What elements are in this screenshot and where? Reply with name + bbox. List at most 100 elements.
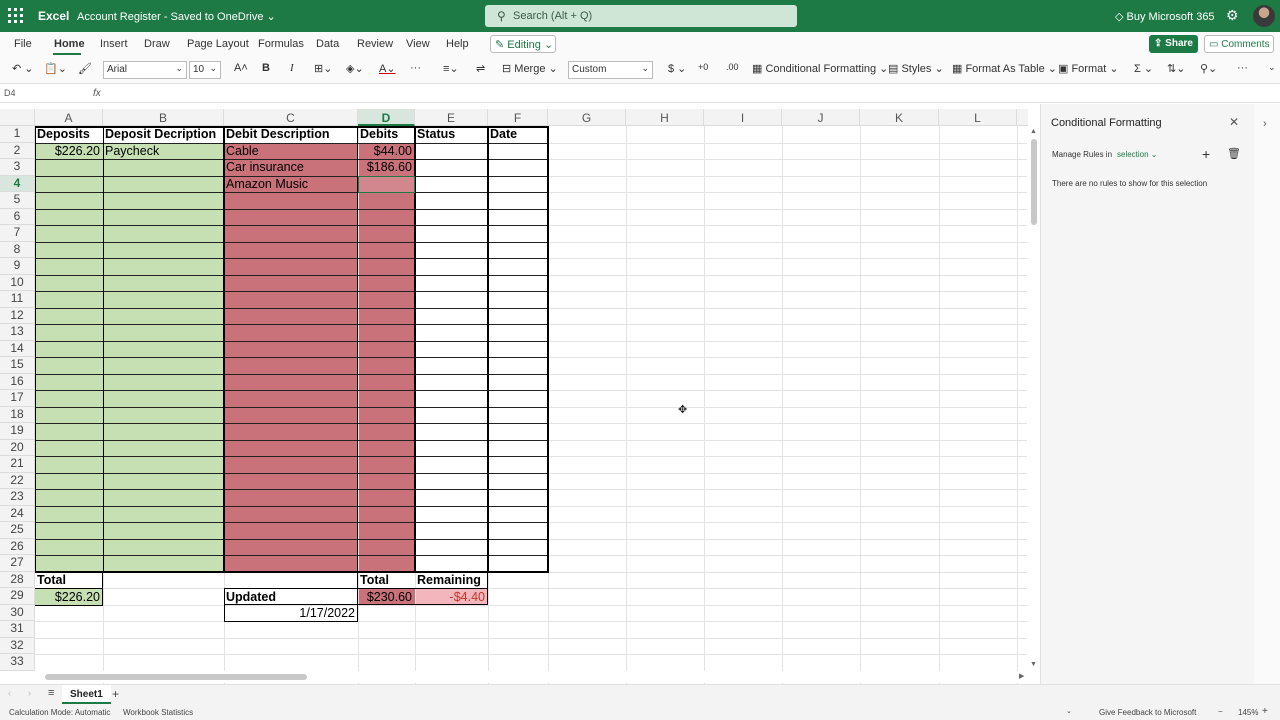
row-header[interactable]: 16 [0,373,35,390]
vertical-scrollbar[interactable]: ▲ ▼ [1028,109,1040,675]
cell-d1[interactable]: Debits [358,126,415,142]
conditional-formatting-button[interactable]: ▦ Conditional Formatting ⌄ [752,62,888,75]
app-name[interactable]: Excel [38,9,69,23]
tab-view[interactable]: View [406,38,430,50]
cell-f1[interactable]: Date [488,126,548,142]
column-header-c[interactable]: C [224,109,358,126]
cell-d29[interactable]: $230.60 [358,589,415,605]
more-options-icon[interactable]: ··· [1237,62,1248,74]
sheet-tab-sheet1[interactable]: Sheet1 [62,685,111,704]
add-rule-icon[interactable]: + [1202,146,1210,162]
tab-page-layout[interactable]: Page Layout [187,38,249,50]
calculation-mode[interactable]: Calculation Mode: Automatic [9,708,110,717]
row-header[interactable]: 9 [0,258,35,275]
row-header[interactable]: 13 [0,324,35,341]
row-header[interactable]: 22 [0,472,35,489]
column-header-l[interactable]: L [939,109,1017,126]
tab-help[interactable]: Help [446,38,469,50]
column-header-k[interactable]: K [860,109,939,126]
scrollbar-thumb[interactable] [45,674,307,680]
workbook-statistics[interactable]: Workbook Statistics [123,708,193,717]
add-sheet-icon[interactable]: + [112,687,119,701]
scroll-down-icon[interactable]: ▼ [1030,661,1037,668]
increase-decimal-icon[interactable]: +0 [698,62,708,72]
merge-button[interactable]: ⊟ Merge ⌄ [502,62,558,75]
cell-d28[interactable]: Total [358,572,415,588]
row-header[interactable]: 17 [0,390,35,407]
scroll-up-icon[interactable]: ▲ [1030,128,1037,135]
give-feedback-link[interactable]: Give Feedback to Microsoft [1099,708,1196,717]
row-header-selected[interactable]: 4 [0,175,35,192]
prev-sheet-icon[interactable]: ‹ [8,688,11,698]
font-color-icon[interactable]: A⌄ [379,62,396,75]
more-icon[interactable]: ··· [410,62,421,74]
cell-e29[interactable]: -$4.40 [415,589,488,605]
tab-insert[interactable]: Insert [100,38,128,50]
editing-mode-button[interactable]: ✎ Editing ⌄ [490,35,556,53]
row-header[interactable]: 21 [0,456,35,473]
zoom-level[interactable]: 145% [1238,708,1258,717]
delete-icon[interactable]: 🗑 [1227,147,1241,160]
sort-filter-icon[interactable]: ⇅⌄ [1167,62,1185,75]
cell-d3[interactable]: $186.60 [358,159,415,175]
row-header[interactable]: 1 [0,126,35,143]
row-header[interactable]: 26 [0,538,35,555]
cell-c30[interactable]: 1/17/2022 [224,605,358,621]
fill-color-icon[interactable]: ◈⌄ [346,62,364,75]
cell-a2[interactable]: $226.20 [35,143,103,159]
column-header-a[interactable]: A [35,109,103,126]
row-header[interactable]: 29 [0,588,35,605]
column-header-i[interactable]: I [704,109,782,126]
row-header[interactable]: 19 [0,423,35,440]
cell-d2[interactable]: $44.00 [358,143,415,159]
row-header[interactable]: 2 [0,142,35,159]
cell-a29[interactable]: $226.20 [35,589,103,605]
comments-button[interactable]: ▭ Comments [1204,35,1274,53]
cell-c1[interactable]: Debit Description [224,126,358,142]
column-header-h[interactable]: H [626,109,704,126]
undo-icon[interactable]: ↶ ⌄ [12,62,34,75]
selected-cell-d4[interactable] [358,175,415,193]
close-icon[interactable]: ✕ [1229,115,1239,129]
tab-formulas[interactable]: Formulas [258,38,304,50]
format-painter-icon[interactable]: 🖌 [78,62,92,75]
row-header[interactable]: 32 [0,637,35,654]
paste-icon[interactable]: 📋⌄ [44,62,67,75]
search-box[interactable]: ⚲ Search (Alt + Q) [485,5,797,27]
cell-c3[interactable]: Car insurance [224,159,358,175]
font-name-select[interactable]: Arial ⌄ [103,61,187,79]
decrease-decimal-icon[interactable]: .00 [726,62,739,72]
row-header[interactable]: 14 [0,340,35,357]
borders-icon[interactable]: ⊞⌄ [314,62,332,75]
row-header[interactable]: 5 [0,192,35,209]
cell-c29[interactable]: Updated [224,589,358,605]
row-header[interactable]: 30 [0,604,35,621]
cell-b1[interactable]: Deposit Decription [103,126,224,142]
app-launcher-icon[interactable] [8,8,24,24]
row-header[interactable]: 12 [0,307,35,324]
chevron-down-icon[interactable]: ⌄ [1066,707,1072,715]
next-sheet-icon[interactable]: › [28,688,31,698]
buy-microsoft-365-link[interactable]: ◇ Buy Microsoft 365 [1115,10,1215,23]
cell-e1[interactable]: Status [415,126,488,142]
autosum-icon[interactable]: Σ ⌄ [1134,62,1153,75]
row-header[interactable]: 23 [0,489,35,506]
tab-file[interactable]: File [14,38,32,50]
row-header[interactable]: 31 [0,621,35,638]
row-header[interactable]: 27 [0,555,35,572]
column-header-f[interactable]: F [488,109,548,126]
zoom-out-icon[interactable]: − [1218,707,1223,716]
document-name[interactable]: Account Register - Saved to OneDrive ⌄ [77,10,276,23]
cell-c2[interactable]: Cable [224,143,358,159]
column-header-e[interactable]: E [415,109,488,126]
row-header[interactable]: 24 [0,505,35,522]
row-header[interactable]: 33 [0,654,35,671]
select-all-corner[interactable] [0,109,35,126]
row-header[interactable]: 10 [0,274,35,291]
increase-font-icon[interactable]: A˄ [234,62,248,74]
currency-icon[interactable]: $ ⌄ [668,62,686,75]
zoom-in-icon[interactable]: + [1262,706,1268,717]
row-header[interactable]: 7 [0,225,35,242]
tab-data[interactable]: Data [316,38,339,50]
column-header-b[interactable]: B [103,109,224,126]
